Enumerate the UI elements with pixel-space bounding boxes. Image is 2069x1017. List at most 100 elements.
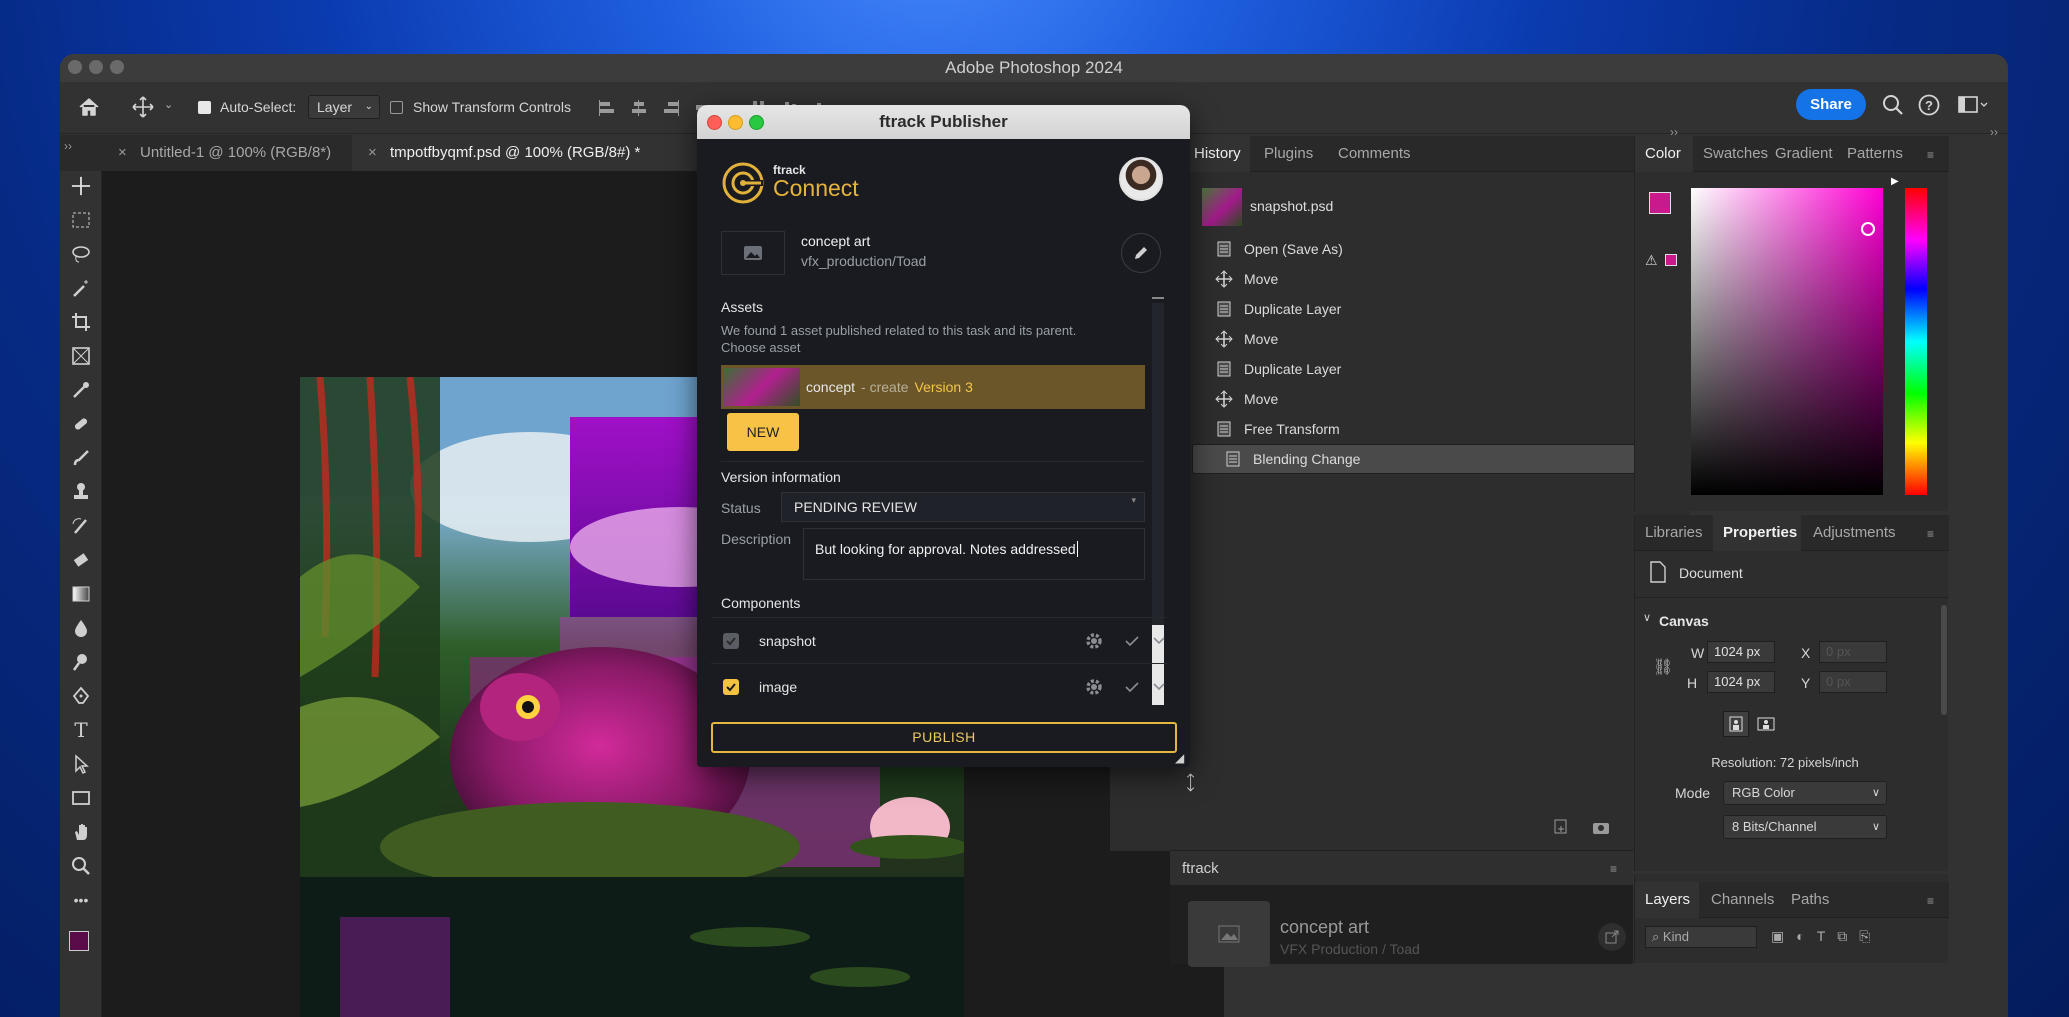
crop-tool-icon[interactable] <box>65 307 97 337</box>
chevron-down-icon[interactable] <box>1153 636 1165 645</box>
blur-tool-icon[interactable] <box>65 613 97 643</box>
component-checkbox[interactable] <box>723 632 739 649</box>
gamut-warning-icon[interactable]: ⚠ <box>1645 252 1658 269</box>
eyedropper-tool-icon[interactable] <box>65 375 97 405</box>
canvas-y-input[interactable]: 0 px <box>1819 671 1887 693</box>
history-item[interactable]: Move <box>1192 324 1662 354</box>
component-row-snapshot[interactable]: snapshot <box>711 617 1167 663</box>
lasso-tool-icon[interactable] <box>65 239 97 269</box>
close-dialog-button[interactable] <box>707 115 722 130</box>
history-item[interactable]: Open (Save As) <box>1192 234 1662 264</box>
magic-wand-tool-icon[interactable] <box>65 273 97 303</box>
workspace-icon[interactable] <box>1958 96 1988 114</box>
panel-menu-icon[interactable]: ≡ <box>1927 527 1934 541</box>
component-row-image[interactable]: image <box>711 663 1167 709</box>
history-item[interactable]: Move <box>1192 264 1662 294</box>
panel-expand-icon[interactable]: ›› <box>1990 125 1998 139</box>
user-avatar[interactable] <box>1119 157 1163 201</box>
panel-menu-icon[interactable]: ≡ <box>1927 894 1934 908</box>
canvas-width-input[interactable]: 1024 px <box>1707 641 1775 663</box>
color-saturation-field[interactable] <box>1691 188 1883 495</box>
shape-filter-icon[interactable]: ⧉ <box>1837 928 1847 945</box>
tab-properties[interactable]: Properties <box>1713 515 1801 551</box>
mode-dropdown[interactable]: RGB Color ∨ <box>1723 781 1887 805</box>
align-center-icon[interactable] <box>630 99 648 117</box>
toolbar-collapse-icon[interactable]: ›› <box>60 135 102 171</box>
foreground-color-swatch[interactable] <box>69 931 89 951</box>
home-icon[interactable] <box>78 96 100 118</box>
tab-swatches[interactable]: Swatches <box>1697 136 1769 172</box>
history-item[interactable]: Duplicate Layer <box>1192 354 1662 384</box>
dodge-tool-icon[interactable] <box>65 647 97 677</box>
canvas-x-input[interactable]: 0 px <box>1819 641 1887 663</box>
component-checkbox[interactable] <box>723 678 739 695</box>
eraser-tool-icon[interactable] <box>65 545 97 575</box>
edit-task-button[interactable] <box>1121 233 1161 273</box>
properties-scrollbar[interactable] <box>1941 605 1947 715</box>
new-asset-button[interactable]: NEW <box>727 413 799 451</box>
minimize-dialog-button[interactable] <box>728 115 743 130</box>
more-tools-icon[interactable]: ••• <box>65 885 97 915</box>
close-tab-icon[interactable]: × <box>118 135 127 171</box>
snapshot-thumbnail[interactable] <box>1202 188 1242 226</box>
tab-channels[interactable]: Channels <box>1705 882 1779 918</box>
tab-color[interactable]: Color <box>1635 136 1693 172</box>
panel-menu-icon[interactable]: ≡ <box>1927 148 1934 162</box>
pixel-filter-icon[interactable]: ▣ <box>1771 928 1784 945</box>
chevron-down-icon[interactable]: ∨ <box>1643 611 1651 624</box>
smart-object-filter-icon[interactable]: ⎘ <box>1859 928 1870 945</box>
history-brush-tool-icon[interactable] <box>65 511 97 541</box>
type-tool-icon[interactable]: T <box>65 715 97 745</box>
tab-libraries[interactable]: Libraries <box>1635 515 1711 551</box>
tab-patterns[interactable]: Patterns <box>1841 136 1917 172</box>
auto-select-checkbox[interactable] <box>198 101 211 114</box>
panel-menu-icon[interactable]: ≡ <box>1610 862 1617 876</box>
publish-button[interactable]: PUBLISH <box>711 722 1177 753</box>
history-item-selected[interactable]: Blending Change <box>1192 444 1662 474</box>
zoom-dialog-button[interactable] <box>749 115 764 130</box>
tab-comments[interactable]: Comments <box>1328 136 1418 172</box>
tab-ftrack[interactable]: ftrack <box>1182 860 1219 877</box>
chevron-down-icon[interactable]: ⌄ <box>164 98 173 111</box>
search-icon[interactable] <box>1882 94 1904 116</box>
path-selection-tool-icon[interactable] <box>65 749 97 779</box>
zoom-tool-icon[interactable] <box>65 851 97 881</box>
dialog-resize-grip-icon[interactable]: ◢ <box>1175 751 1184 765</box>
share-button[interactable]: Share <box>1796 89 1866 120</box>
color-picker-marker[interactable] <box>1861 222 1875 236</box>
gear-icon[interactable] <box>1085 632 1103 650</box>
help-icon[interactable]: ? <box>1918 94 1940 116</box>
type-filter-icon[interactable]: T <box>1817 928 1826 945</box>
hand-tool-icon[interactable] <box>65 817 97 847</box>
description-textarea[interactable]: But looking for approval. Notes addresse… <box>803 528 1145 580</box>
show-transform-checkbox[interactable] <box>390 101 403 114</box>
bit-depth-dropdown[interactable]: 8 Bits/Channel ∨ <box>1723 815 1887 839</box>
hue-slider[interactable] <box>1905 188 1927 495</box>
move-tool-icon[interactable] <box>65 171 97 201</box>
frame-tool-icon[interactable] <box>65 341 97 371</box>
healing-brush-tool-icon[interactable] <box>65 409 97 439</box>
asset-row[interactable]: concept - create Version 3 <box>721 365 1145 409</box>
marquee-tool-icon[interactable] <box>65 205 97 235</box>
close-tab-icon[interactable]: × <box>368 135 377 171</box>
tab-history[interactable]: History <box>1190 136 1250 172</box>
new-document-from-state-icon[interactable] <box>1552 818 1570 836</box>
open-external-icon[interactable] <box>1598 923 1626 951</box>
snapshot-label[interactable]: snapshot.psd <box>1250 198 1333 214</box>
adjustment-filter-icon[interactable]: ◐ <box>1796 928 1804 945</box>
align-left-icon[interactable] <box>598 99 616 117</box>
rectangle-tool-icon[interactable] <box>65 783 97 813</box>
stamp-tool-icon[interactable] <box>65 477 97 507</box>
auto-select-dropdown[interactable]: Layer ⌄ <box>308 95 380 119</box>
pen-tool-icon[interactable] <box>65 681 97 711</box>
move-tool-icon[interactable] <box>132 96 154 118</box>
tab-gradient[interactable]: Gradient <box>1769 136 1841 172</box>
close-window-button[interactable] <box>68 60 82 74</box>
tab-layers[interactable]: Layers <box>1635 882 1699 918</box>
history-item[interactable]: Duplicate Layer <box>1192 294 1662 324</box>
tab-adjustments[interactable]: Adjustments <box>1805 515 1905 551</box>
history-item[interactable]: Free Transform <box>1192 414 1662 444</box>
foreground-color-swatch[interactable] <box>1649 192 1671 214</box>
zoom-window-button[interactable] <box>110 60 124 74</box>
gamut-color-swatch[interactable] <box>1665 254 1677 266</box>
